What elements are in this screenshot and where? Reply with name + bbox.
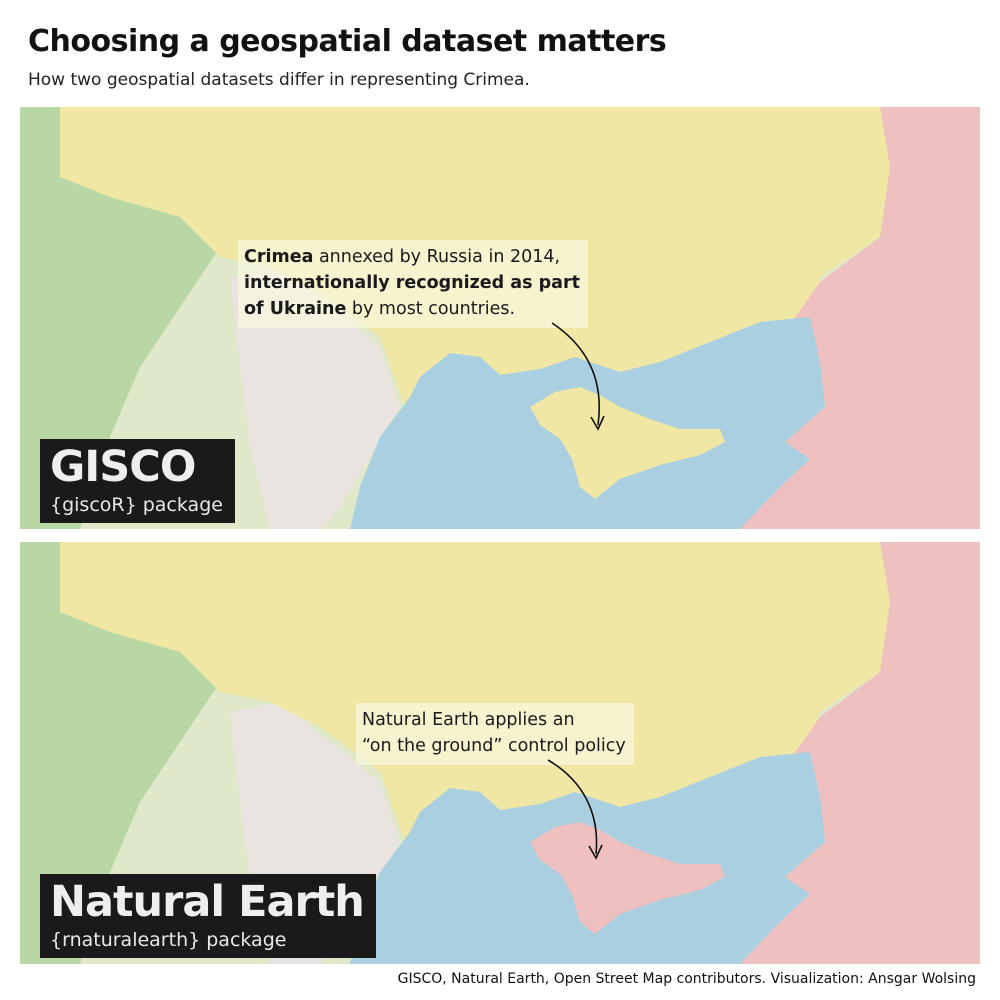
page-subtitle: How two geospatial datasets differ in re… — [28, 70, 530, 90]
map-panel-gisco: Crimea annexed by Russia in 2014, interna… — [20, 107, 980, 529]
dataset-label-natural-earth: Natural Earth {rnaturalearth} package — [40, 874, 376, 958]
map-panel-natural-earth: Natural Earth applies an “on the ground” … — [20, 542, 980, 964]
package-name: {giscoR} package — [50, 494, 223, 516]
page-title: Choosing a geospatial dataset matters — [28, 24, 667, 59]
package-name: {rnaturalearth} package — [50, 929, 287, 951]
source-caption: GISCO, Natural Earth, Open Street Map co… — [397, 971, 976, 987]
dataset-name: Natural Earth — [50, 877, 365, 927]
dataset-name: GISCO — [50, 442, 196, 492]
dataset-label-gisco: GISCO {giscoR} package — [40, 439, 235, 523]
